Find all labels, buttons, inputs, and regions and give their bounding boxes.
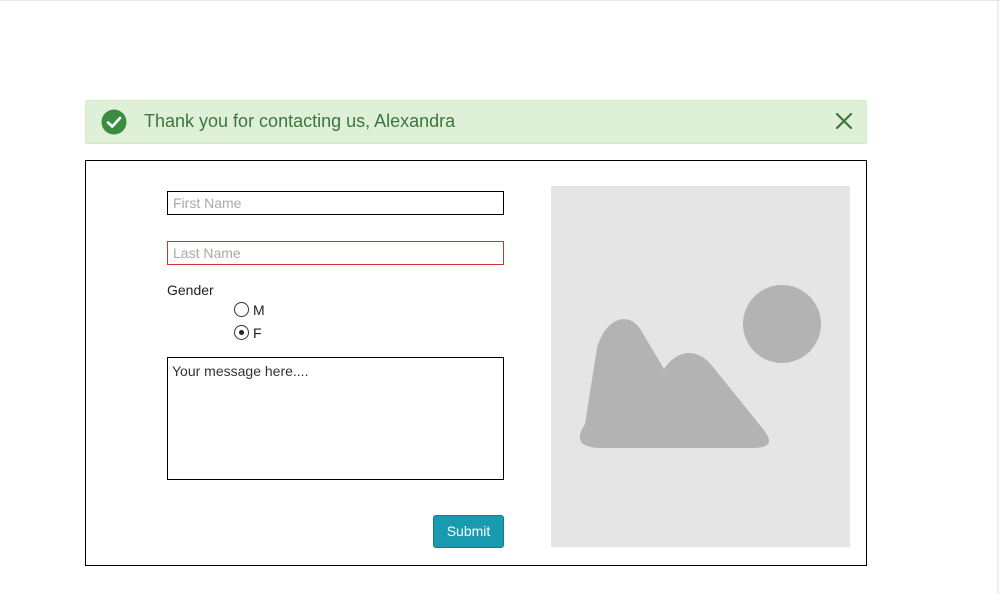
radio-button-f[interactable] — [234, 325, 249, 340]
alert-message: Thank you for contacting us, Alexandra — [144, 111, 456, 131]
radio-button-m[interactable] — [234, 302, 249, 317]
message-textarea[interactable]: Your message here.... — [167, 357, 504, 480]
submit-button[interactable]: Submit — [433, 515, 504, 548]
radio-label-m: M — [253, 302, 265, 318]
gender-label: Gender — [167, 282, 214, 298]
first-name-input[interactable] — [167, 191, 504, 215]
radio-selected-dot — [239, 330, 244, 335]
check-circle-icon — [101, 109, 127, 135]
radio-label-f: F — [253, 325, 262, 341]
image-placeholder-icon — [579, 285, 821, 448]
image-placeholder — [551, 186, 850, 547]
last-name-input[interactable] — [167, 241, 504, 265]
right-edge-divider — [997, 1, 999, 594]
page: Thank you for contacting us, Alexandra G… — [0, 0, 1000, 594]
close-icon[interactable] — [833, 110, 855, 132]
